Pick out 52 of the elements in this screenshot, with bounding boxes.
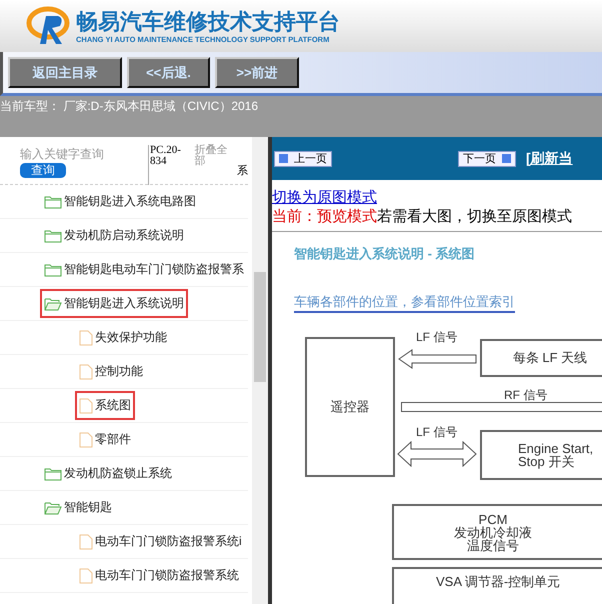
page-icon (79, 534, 93, 550)
tree-item[interactable]: 智能钥匙 (40, 493, 116, 522)
tree-item[interactable]: 发动机防启动系统说明 (40, 221, 188, 250)
code-label: PC.20-834 (148, 145, 190, 185)
logo-icon (24, 6, 72, 46)
tree-item[interactable]: 零部件 (75, 425, 135, 454)
open-folder-icon (44, 296, 62, 310)
signal-label: LF 信号 (416, 424, 458, 441)
refresh-link[interactable]: [刷新当 (526, 150, 573, 168)
folder-icon (44, 466, 62, 480)
nav-button[interactable]: <<后退. (127, 57, 210, 88)
open-folder-icon (44, 500, 62, 514)
next-page-button[interactable]: 下一页 (458, 150, 516, 166)
remote-box: 遥控器 (305, 337, 395, 477)
page-icon (79, 398, 93, 414)
mode-hint: 若需看大图，切换至原图模式 (377, 208, 572, 225)
page-icon (79, 432, 93, 448)
nav-button[interactable]: 返回主目录 (8, 57, 122, 88)
scrollbar-thumb[interactable] (254, 272, 266, 382)
pcm-box: PCM 发动机冷却液 温度信号 (392, 504, 602, 560)
tree-item[interactable]: 失效保护功能 (75, 323, 171, 352)
tree-item[interactable]: 智能钥匙电动车门门锁防盗报警系 (40, 255, 248, 284)
tree-item[interactable]: 发动机防盗锁止系统 (40, 459, 176, 488)
document-title: 智能钥匙进入系统说明 - 系统图 (294, 245, 476, 263)
site-title: 畅易汽车维修技术支持平台 (76, 8, 340, 34)
page-icon (79, 330, 93, 346)
page-icon (79, 364, 93, 380)
left-arrow-icon (398, 349, 478, 369)
switch-mode-link[interactable]: 切换为原图模式 (272, 189, 377, 206)
nav-button[interactable]: >>前进 (215, 57, 299, 88)
folder-icon (44, 194, 62, 208)
switch-box: Engine Start, Stop 开关 (480, 430, 602, 480)
previous-page-button[interactable]: 上一页 (274, 150, 332, 166)
signal-label: LF 信号 (416, 329, 458, 346)
double-arrow-icon (397, 441, 477, 467)
tree-item[interactable]: 电动车门门锁防盗报警系统 (75, 561, 243, 590)
tree-item[interactable]: 智能钥匙进入系统说明 (40, 289, 188, 318)
scrollbar[interactable] (252, 137, 268, 604)
antenna-box: 每条 LF 天线 (480, 339, 602, 377)
folder-icon (44, 228, 62, 242)
search-button[interactable]: 查询 (20, 163, 66, 178)
signal-label: RF 信号 (504, 387, 548, 404)
tree-item[interactable]: 智能钥匙进入系统电路图 (40, 187, 200, 216)
folder-icon (44, 262, 62, 276)
cut-label: 系 (237, 164, 248, 178)
page-icon (79, 568, 93, 584)
tree-item[interactable]: 电动车门门锁防盗报警系统i (75, 527, 246, 556)
mode-status: 当前：预览模式 (272, 208, 377, 225)
vsa-box: VSA 调节器-控制单元 (392, 567, 602, 604)
current-model: 当前车型： 厂家:D-东风本田思域（CIVIC）2016 (0, 98, 260, 115)
tree-item[interactable]: 控制功能 (75, 357, 147, 386)
tree-item[interactable]: 系统图 (75, 391, 135, 420)
